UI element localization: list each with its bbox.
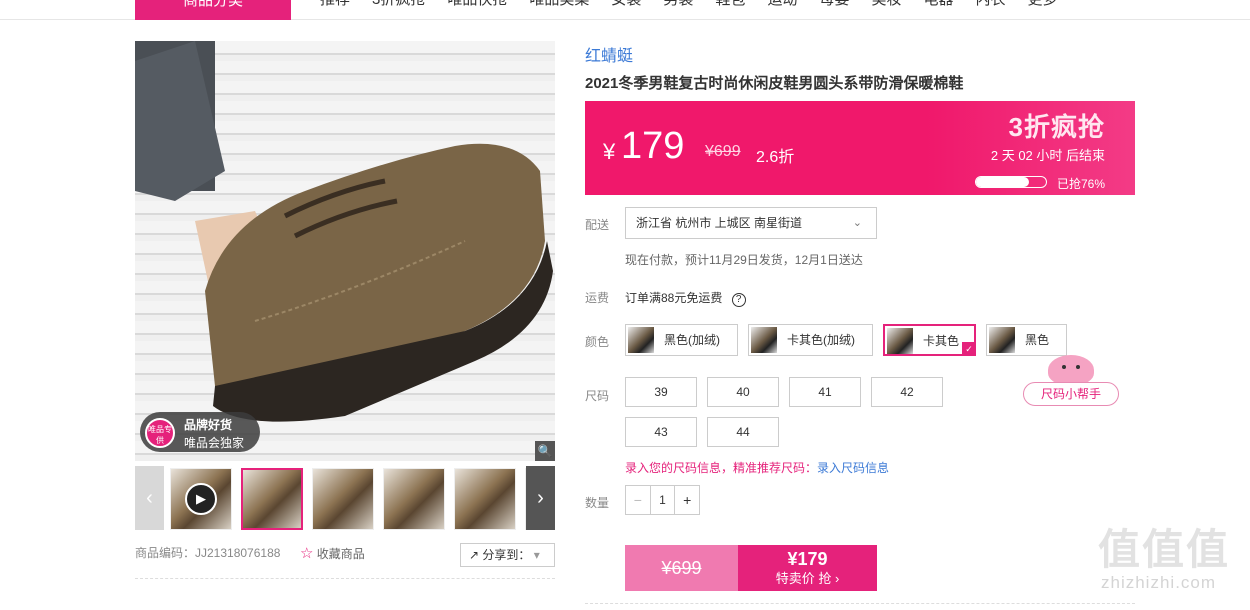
zoom-icon[interactable]: 🔍: [535, 441, 555, 461]
nav-link[interactable]: 3折疯抢: [372, 0, 425, 10]
watermark-logo: 值值值: [1098, 526, 1231, 573]
color-option-khaki-fleece[interactable]: 卡其色(加绒): [748, 324, 873, 356]
size-option[interactable]: 43: [625, 417, 697, 447]
buy-now-button[interactable]: ¥179 特卖价 抢 ›: [738, 545, 877, 591]
currency-symbol: ¥: [603, 139, 616, 164]
top-nav: 商品分类 推荐 3折疯抢 唯品快抢 唯品美菜 女装 男装 鞋包 运动 母婴 美妆…: [0, 0, 1250, 20]
plus-icon[interactable]: +: [675, 486, 699, 514]
share-icon: ↗: [469, 548, 480, 562]
color-option-label: 卡其色: [923, 334, 960, 348]
size-option[interactable]: 39: [625, 377, 697, 407]
help-question-icon[interactable]: ?: [731, 293, 746, 307]
nav-link[interactable]: 推荐: [320, 0, 350, 10]
flash-sale-label: 3折疯抢: [1008, 112, 1105, 142]
thumb-prev-arrow-icon[interactable]: ‹: [135, 466, 164, 530]
nav-link[interactable]: 内衣: [976, 0, 1006, 10]
nav-link[interactable]: 母婴: [819, 0, 849, 10]
color-option-black-fleece[interactable]: 黑色(加绒): [625, 324, 738, 356]
discount-rate: 2.6折: [756, 149, 795, 166]
size-option[interactable]: 41: [789, 377, 861, 407]
nav-link[interactable]: 男装: [663, 0, 693, 10]
color-option-khaki-selected[interactable]: 卡其色 ✓: [883, 324, 976, 356]
nav-link[interactable]: 鞋包: [715, 0, 745, 10]
size-label: 尺码: [585, 389, 610, 403]
current-price: 179: [621, 125, 685, 167]
thumbnail[interactable]: [312, 468, 374, 530]
thumbnail-strip: ‹ ▶ ›: [135, 466, 555, 532]
sold-progress-bar: [975, 176, 1047, 188]
nav-link[interactable]: 更多: [1028, 0, 1058, 10]
watermark-url: zhizhizhi.com: [1101, 573, 1217, 592]
buy-action-label: 特卖价 抢 ›: [775, 571, 840, 586]
nav-link[interactable]: 唯品美菜: [529, 0, 589, 10]
sold-percent-text: 已抢76%: [1056, 177, 1105, 191]
mascot-icon: [1048, 355, 1094, 385]
thumbnail-selected[interactable]: [241, 468, 303, 530]
vip-exclusive-icon: 唯品专供: [145, 418, 175, 448]
favorite-button[interactable]: ☆ 收藏商品: [300, 544, 365, 562]
share-label: 分享到：: [482, 548, 531, 562]
shipping-estimate: 现在付款，预计11月29日发货，12月1日送达: [625, 253, 863, 267]
thumbnail[interactable]: [454, 468, 516, 530]
color-option-label: 黑色(加绒): [664, 333, 720, 347]
size-option[interactable]: 40: [707, 377, 779, 407]
play-video-icon[interactable]: ▶: [185, 483, 217, 515]
countdown-text: 2 天 02 小时 后结束: [990, 148, 1105, 163]
thumbnail[interactable]: [383, 468, 445, 530]
check-icon: ✓: [962, 342, 976, 356]
favorite-label: 收藏商品: [316, 547, 365, 561]
color-swatch: [751, 327, 777, 353]
size-hint: 录入您的尺码信息，精准推荐尺码：录入尺码信息: [625, 459, 889, 476]
product-title: 2021冬季男鞋复古时尚休闲皮鞋男圆头系带防滑保暖棉鞋: [585, 75, 964, 92]
quantity-stepper: − 1 +: [625, 485, 700, 515]
category-menu-button[interactable]: 商品分类: [135, 0, 291, 20]
color-swatch: [989, 327, 1015, 353]
caret-down-icon: ▾: [533, 548, 540, 562]
color-label: 颜色: [585, 335, 610, 349]
badge-line1: 品牌好货: [184, 418, 233, 432]
quantity-input[interactable]: 1: [649, 486, 676, 514]
sold-progress-fill: [976, 177, 1030, 187]
chevron-down-icon: ⌄: [852, 217, 862, 229]
size-hint-text: 录入您的尺码信息，精准推荐尺码：: [625, 461, 818, 475]
divider: [585, 603, 1135, 604]
shoe-photo: [135, 41, 553, 422]
minus-icon[interactable]: −: [626, 486, 650, 514]
freight-info: 订单满88元免运费 ?: [625, 289, 746, 307]
buy-price: ¥179: [787, 549, 828, 569]
nav-link[interactable]: 美妆: [871, 0, 901, 10]
size-hint-link[interactable]: 录入尺码信息: [817, 461, 889, 475]
original-price: ¥699: [705, 143, 741, 160]
freight-label: 运费: [585, 291, 610, 305]
color-option-black[interactable]: 黑色: [986, 324, 1067, 356]
color-option-label: 黑色: [1025, 333, 1050, 347]
nav-links: 推荐 3折疯抢 唯品快抢 唯品美菜 女装 男装 鞋包 运动 母婴 美妆 电器 内…: [320, 0, 1058, 10]
color-swatch: [628, 327, 654, 353]
original-price-button[interactable]: ¥699: [625, 545, 738, 591]
size-helper-button[interactable]: 尺码小帮手: [1023, 382, 1119, 406]
main-product-image[interactable]: [135, 41, 555, 461]
color-swatch: [887, 328, 913, 354]
site-watermark: 值值值 zhizhizhi.com: [1098, 527, 1230, 593]
brand-link[interactable]: 红蜻蜓: [585, 42, 633, 66]
nav-link[interactable]: 运动: [767, 0, 797, 10]
share-dropdown[interactable]: ↗ 分享到： ▾: [460, 543, 555, 567]
address-value: 浙江省 杭州市 上城区 南星街道: [636, 216, 803, 230]
size-option[interactable]: 42: [871, 377, 943, 407]
freight-text: 订单满88元免运费: [625, 291, 723, 305]
badge-line2: 唯品会独家: [184, 436, 245, 450]
quantity-label: 数量: [585, 496, 610, 510]
price-panel: ¥ 179 ¥699 2.6折 3折疯抢 2 天 02 小时 后结束 已抢76%: [585, 101, 1135, 195]
star-icon: ☆: [300, 545, 314, 562]
nav-link[interactable]: 唯品快抢: [447, 0, 507, 10]
nav-link[interactable]: 女装: [611, 0, 641, 10]
thumb-next-arrow-icon[interactable]: ›: [526, 466, 555, 530]
color-option-label: 卡其色(加绒): [787, 333, 855, 347]
delivery-label: 配送: [585, 218, 610, 232]
divider: [135, 578, 555, 579]
nav-link[interactable]: 电器: [923, 0, 953, 10]
address-selector[interactable]: 浙江省 杭州市 上城区 南星街道 ⌄: [625, 207, 877, 239]
size-option[interactable]: 44: [707, 417, 779, 447]
